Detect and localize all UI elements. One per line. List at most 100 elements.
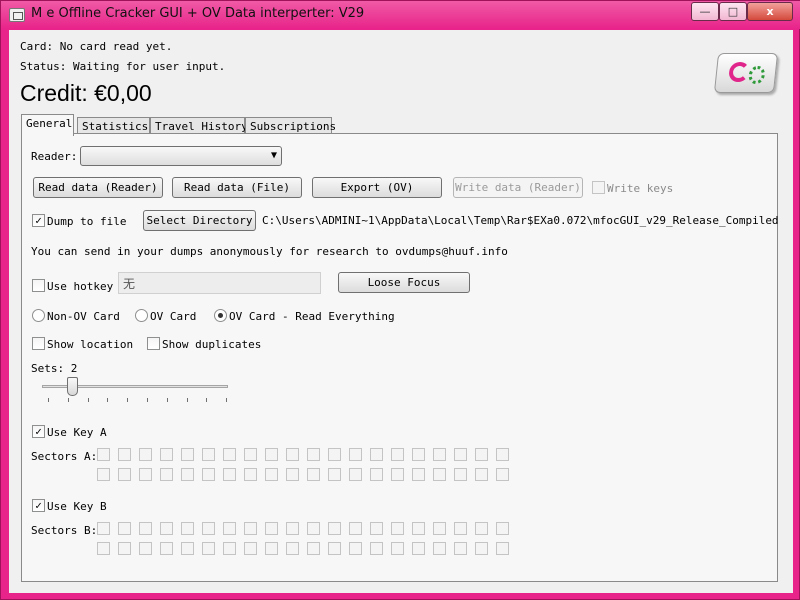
maximize-button[interactable]: □ xyxy=(719,2,747,21)
sector-checkbox[interactable] xyxy=(223,522,236,535)
sector-checkbox[interactable] xyxy=(202,468,215,481)
sector-checkbox[interactable] xyxy=(328,522,341,535)
sector-checkbox[interactable] xyxy=(475,542,488,555)
sector-checkbox[interactable] xyxy=(265,522,278,535)
sector-checkbox[interactable] xyxy=(286,522,299,535)
sector-checkbox[interactable] xyxy=(454,522,467,535)
sector-checkbox[interactable] xyxy=(139,522,152,535)
sector-checkbox[interactable] xyxy=(391,522,404,535)
sector-checkbox[interactable] xyxy=(307,522,320,535)
sector-checkbox[interactable] xyxy=(118,542,131,555)
show-location-checkbox[interactable] xyxy=(32,337,45,350)
sector-checkbox[interactable] xyxy=(307,468,320,481)
sector-checkbox[interactable] xyxy=(160,522,173,535)
sector-checkbox[interactable] xyxy=(496,468,509,481)
sector-checkbox[interactable] xyxy=(160,468,173,481)
read-data-reader-button[interactable]: Read data (Reader) xyxy=(33,177,163,198)
use-hotkey-checkbox[interactable] xyxy=(32,279,45,292)
sector-checkbox[interactable] xyxy=(223,542,236,555)
sector-checkbox[interactable] xyxy=(118,522,131,535)
use-key-b-checkbox[interactable]: ✓ xyxy=(32,499,45,512)
sector-checkbox[interactable] xyxy=(244,468,257,481)
sector-checkbox[interactable] xyxy=(349,468,362,481)
sector-checkbox[interactable] xyxy=(475,522,488,535)
select-directory-button[interactable]: Select Directory xyxy=(143,210,256,231)
dump-to-file-checkbox[interactable]: ✓ xyxy=(32,214,45,227)
sector-checkbox[interactable] xyxy=(97,522,110,535)
sector-checkbox[interactable] xyxy=(370,448,383,461)
sector-checkbox[interactable] xyxy=(202,522,215,535)
sector-checkbox[interactable] xyxy=(286,468,299,481)
sector-checkbox[interactable] xyxy=(328,468,341,481)
sector-checkbox[interactable] xyxy=(307,542,320,555)
sets-slider-thumb[interactable] xyxy=(67,377,78,396)
sector-checkbox[interactable] xyxy=(496,542,509,555)
sector-checkbox[interactable] xyxy=(244,522,257,535)
sector-checkbox[interactable] xyxy=(181,468,194,481)
sector-checkbox[interactable] xyxy=(370,468,383,481)
sector-checkbox[interactable] xyxy=(118,468,131,481)
radio-non-ov-card[interactable] xyxy=(32,309,45,322)
sector-checkbox[interactable] xyxy=(97,448,110,461)
sector-checkbox[interactable] xyxy=(370,522,383,535)
export-ov-button[interactable]: Export (OV) xyxy=(312,177,442,198)
sector-checkbox[interactable] xyxy=(349,448,362,461)
sector-checkbox[interactable] xyxy=(139,468,152,481)
sector-checkbox[interactable] xyxy=(97,542,110,555)
sector-checkbox[interactable] xyxy=(475,448,488,461)
reader-select[interactable]: ▼ xyxy=(80,146,282,166)
sector-checkbox[interactable] xyxy=(412,542,425,555)
sector-checkbox[interactable] xyxy=(328,448,341,461)
radio-ov-card[interactable] xyxy=(135,309,148,322)
sector-checkbox[interactable] xyxy=(97,468,110,481)
hotkey-input[interactable]: 无 xyxy=(118,272,321,294)
sector-checkbox[interactable] xyxy=(202,542,215,555)
close-button[interactable]: x xyxy=(747,2,793,21)
use-key-a-checkbox[interactable]: ✓ xyxy=(32,425,45,438)
sector-checkbox[interactable] xyxy=(349,522,362,535)
sector-checkbox[interactable] xyxy=(286,542,299,555)
sector-checkbox[interactable] xyxy=(433,522,446,535)
sector-checkbox[interactable] xyxy=(118,448,131,461)
sector-checkbox[interactable] xyxy=(181,542,194,555)
sector-checkbox[interactable] xyxy=(286,448,299,461)
sector-checkbox[interactable] xyxy=(454,468,467,481)
radio-ov-card-read-everything[interactable] xyxy=(214,309,227,322)
sector-checkbox[interactable] xyxy=(454,448,467,461)
sector-checkbox[interactable] xyxy=(433,448,446,461)
tab-general[interactable]: General xyxy=(21,114,74,136)
loose-focus-button[interactable]: Loose Focus xyxy=(338,272,470,293)
app-icon[interactable] xyxy=(9,8,25,22)
sector-checkbox[interactable] xyxy=(265,542,278,555)
sector-checkbox[interactable] xyxy=(181,448,194,461)
sector-checkbox[interactable] xyxy=(202,448,215,461)
read-data-file-button[interactable]: Read data (File) xyxy=(172,177,302,198)
sector-checkbox[interactable] xyxy=(223,448,236,461)
show-duplicates-checkbox[interactable] xyxy=(147,337,160,350)
sector-checkbox[interactable] xyxy=(265,448,278,461)
sector-checkbox[interactable] xyxy=(181,522,194,535)
sector-checkbox[interactable] xyxy=(223,468,236,481)
sector-checkbox[interactable] xyxy=(391,468,404,481)
minimize-button[interactable]: — xyxy=(691,2,719,21)
sector-checkbox[interactable] xyxy=(475,468,488,481)
sector-checkbox[interactable] xyxy=(433,468,446,481)
sector-checkbox[interactable] xyxy=(391,448,404,461)
sector-checkbox[interactable] xyxy=(433,542,446,555)
sector-checkbox[interactable] xyxy=(496,522,509,535)
write-keys-checkbox[interactable] xyxy=(592,181,605,194)
sector-checkbox[interactable] xyxy=(307,448,320,461)
sector-checkbox[interactable] xyxy=(370,542,383,555)
title-bar[interactable]: M e Offline Cracker GUI + OV Data interp… xyxy=(1,1,800,29)
sector-checkbox[interactable] xyxy=(391,542,404,555)
sector-checkbox[interactable] xyxy=(496,448,509,461)
sector-checkbox[interactable] xyxy=(412,448,425,461)
sector-checkbox[interactable] xyxy=(160,448,173,461)
sector-checkbox[interactable] xyxy=(412,522,425,535)
sector-checkbox[interactable] xyxy=(265,468,278,481)
sector-checkbox[interactable] xyxy=(244,542,257,555)
sector-checkbox[interactable] xyxy=(328,542,341,555)
sector-checkbox[interactable] xyxy=(412,468,425,481)
sector-checkbox[interactable] xyxy=(454,542,467,555)
sector-checkbox[interactable] xyxy=(349,542,362,555)
